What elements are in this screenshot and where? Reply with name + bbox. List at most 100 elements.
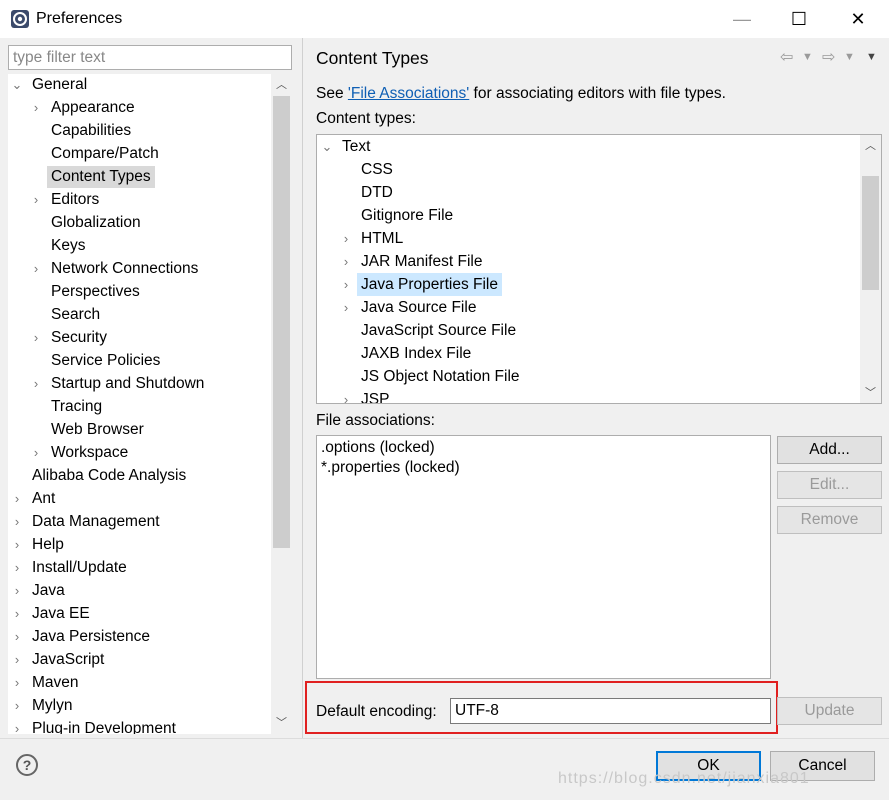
back-arrow-icon[interactable]: ⇦ [780, 47, 793, 67]
default-encoding-input[interactable]: UTF-8 [450, 698, 771, 724]
sidebar-item[interactable]: › Editors [8, 189, 292, 211]
default-encoding-label: Default encoding: [316, 703, 437, 720]
pane-divider[interactable] [302, 38, 303, 738]
sidebar-item[interactable]: › Network Connections [8, 258, 292, 280]
expand-right-icon[interactable]: › [29, 97, 43, 119]
back-menu-chevron-icon[interactable]: ▼ [802, 51, 813, 63]
scroll-down-icon[interactable]: ﹀ [860, 382, 881, 402]
sidebar-item-label: Appearance [51, 99, 135, 116]
tree-scroll-thumb[interactable] [273, 96, 290, 548]
sidebar-item[interactable]: Alibaba Code Analysis [8, 465, 292, 487]
expand-down-icon[interactable]: ⌄ [10, 74, 24, 96]
sidebar-item[interactable]: › Java [8, 580, 292, 602]
view-menu-icon[interactable]: ▼ [866, 51, 877, 63]
content-type-item[interactable]: Gitignore File [317, 204, 881, 227]
minimize-button[interactable]: — [713, 0, 771, 38]
close-button[interactable]: ✕ [829, 0, 887, 38]
expand-right-icon[interactable]: › [10, 626, 24, 648]
sidebar-item[interactable]: › Java EE [8, 603, 292, 625]
expand-right-icon[interactable]: › [339, 388, 353, 403]
sidebar-item[interactable]: › Maven [8, 672, 292, 694]
expand-down-icon[interactable]: ⌄ [320, 135, 334, 158]
content-type-item[interactable]: JS Object Notation File [317, 365, 881, 388]
content-type-item-label: JS Object Notation File [361, 368, 520, 385]
expand-right-icon[interactable]: › [10, 672, 24, 694]
expand-right-icon[interactable]: › [10, 649, 24, 671]
expand-right-icon[interactable]: › [339, 296, 353, 319]
sidebar-item[interactable]: Capabilities [8, 120, 292, 142]
content-type-item[interactable]: › JAR Manifest File [317, 250, 881, 273]
content-types-scroll-thumb[interactable] [862, 176, 879, 290]
expand-right-icon[interactable]: › [339, 227, 353, 250]
expand-right-icon[interactable]: › [29, 327, 43, 349]
sidebar-item[interactable]: › JavaScript [8, 649, 292, 671]
sidebar-item[interactable]: Keys [8, 235, 292, 257]
file-associations-link[interactable]: 'File Associations' [348, 85, 469, 102]
sidebar-item[interactable]: Tracing [8, 396, 292, 418]
expand-right-icon[interactable]: › [29, 189, 43, 211]
scroll-up-icon[interactable]: ︿ [860, 135, 881, 155]
sidebar-item[interactable]: › Data Management [8, 511, 292, 533]
file-association-item[interactable]: .options (locked) [321, 439, 435, 457]
content-types-label: Content types: [316, 110, 416, 127]
sidebar-item[interactable]: Perspectives [8, 281, 292, 303]
filter-input[interactable]: type filter text [8, 45, 292, 70]
help-icon[interactable]: ? [16, 754, 38, 776]
content-type-item[interactable]: JAXB Index File [317, 342, 881, 365]
sidebar-item[interactable]: Globalization [8, 212, 292, 234]
content-type-item[interactable]: JavaScript Source File [317, 319, 881, 342]
expand-right-icon[interactable]: › [10, 718, 24, 734]
content-type-item[interactable]: ⌄ Text [317, 135, 881, 158]
sidebar-item[interactable]: › Workspace [8, 442, 292, 464]
forward-menu-chevron-icon[interactable]: ▼ [844, 51, 855, 63]
sidebar-item[interactable]: › Plug-in Development [8, 718, 292, 734]
maximize-button[interactable]: ☐ [770, 0, 828, 38]
expand-right-icon[interactable]: › [10, 534, 24, 556]
update-button[interactable]: Update [777, 697, 882, 725]
expand-right-icon[interactable]: › [10, 603, 24, 625]
remove-button[interactable]: Remove [777, 506, 882, 534]
sidebar-item[interactable]: › Security [8, 327, 292, 349]
sidebar-item[interactable]: › Appearance [8, 97, 292, 119]
expand-right-icon[interactable]: › [29, 442, 43, 464]
expand-right-icon[interactable]: › [339, 273, 353, 296]
sidebar-item[interactable]: › Install/Update [8, 557, 292, 579]
expand-right-icon[interactable]: › [10, 695, 24, 717]
expand-right-icon[interactable]: › [29, 373, 43, 395]
content-type-item-label: HTML [361, 230, 404, 247]
expand-right-icon[interactable]: › [10, 557, 24, 579]
forward-arrow-icon[interactable]: ⇨ [822, 47, 835, 67]
sidebar-item[interactable]: › Help [8, 534, 292, 556]
content-type-item-label: CSS [361, 161, 393, 178]
sidebar-item[interactable]: Search [8, 304, 292, 326]
edit-button[interactable]: Edit... [777, 471, 882, 499]
expand-right-icon[interactable]: › [10, 580, 24, 602]
content-type-item[interactable]: DTD [317, 181, 881, 204]
sidebar-item-label: Install/Update [32, 559, 127, 576]
sidebar-item-label: Java EE [32, 605, 90, 622]
sidebar-item[interactable]: Service Policies [8, 350, 292, 372]
sidebar-item[interactable]: ⌄ General [8, 74, 292, 96]
scroll-down-icon[interactable]: ﹀ [271, 712, 292, 732]
content-type-item[interactable]: CSS [317, 158, 881, 181]
sidebar-item[interactable]: › Startup and Shutdown [8, 373, 292, 395]
expand-right-icon[interactable]: › [10, 511, 24, 533]
file-association-item[interactable]: *.properties (locked) [321, 459, 460, 477]
sidebar-item-label: Keys [51, 237, 86, 254]
sidebar-item[interactable]: › Ant [8, 488, 292, 510]
sidebar-item[interactable]: Web Browser [8, 419, 292, 441]
sidebar-item[interactable]: › Java Persistence [8, 626, 292, 648]
expand-right-icon[interactable]: › [339, 250, 353, 273]
sidebar-item-label: Plug-in Development [32, 720, 176, 734]
content-type-item[interactable]: › HTML [317, 227, 881, 250]
content-type-item[interactable]: › Java Source File [317, 296, 881, 319]
sidebar-item[interactable]: › Mylyn [8, 695, 292, 717]
content-type-item[interactable]: › JSP [317, 388, 881, 403]
expand-right-icon[interactable]: › [29, 258, 43, 280]
add-button[interactable]: Add... [777, 436, 882, 464]
scroll-up-icon[interactable]: ︿ [271, 74, 292, 94]
expand-right-icon[interactable]: › [10, 488, 24, 510]
sidebar-item[interactable]: Content Types [8, 166, 292, 188]
sidebar-item[interactable]: Compare/Patch [8, 143, 292, 165]
content-type-item[interactable]: › Java Properties File [317, 273, 881, 296]
